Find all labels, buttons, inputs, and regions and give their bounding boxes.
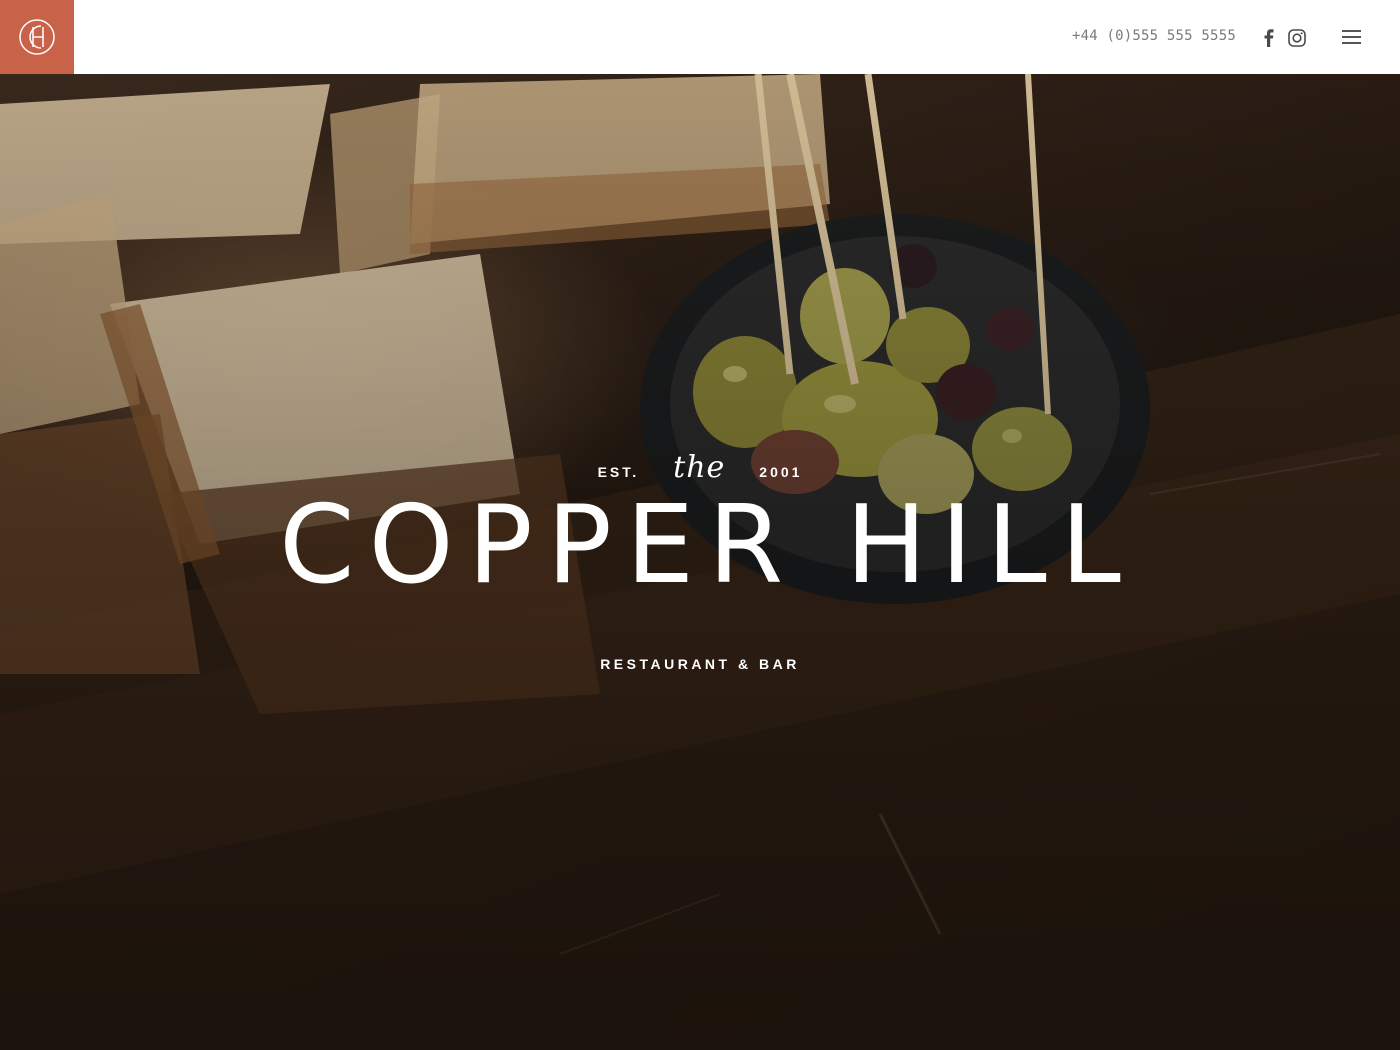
facebook-icon[interactable] (1258, 27, 1280, 49)
established-line: EST. the 2001 (0, 450, 1400, 485)
hero-title: COPPER HILL (279, 483, 1135, 608)
site-header: +44 (0)555 555 5555 (0, 0, 1400, 74)
logo[interactable] (0, 0, 74, 74)
est-script-word: the (673, 450, 726, 485)
est-label: EST. (597, 463, 640, 480)
phone-number[interactable]: +44 (0)555 555 5555 (1072, 28, 1236, 44)
instagram-icon[interactable] (1286, 27, 1308, 49)
hamburger-menu-icon[interactable] (1340, 26, 1364, 48)
hero-subtitle: RESTAURANT & BAR (600, 656, 800, 672)
hero-section: EST. the 2001 COPPER HILL RESTAURANT & B… (0, 74, 1400, 1050)
est-year: 2001 (759, 463, 803, 480)
logo-monogram-icon (19, 19, 55, 55)
